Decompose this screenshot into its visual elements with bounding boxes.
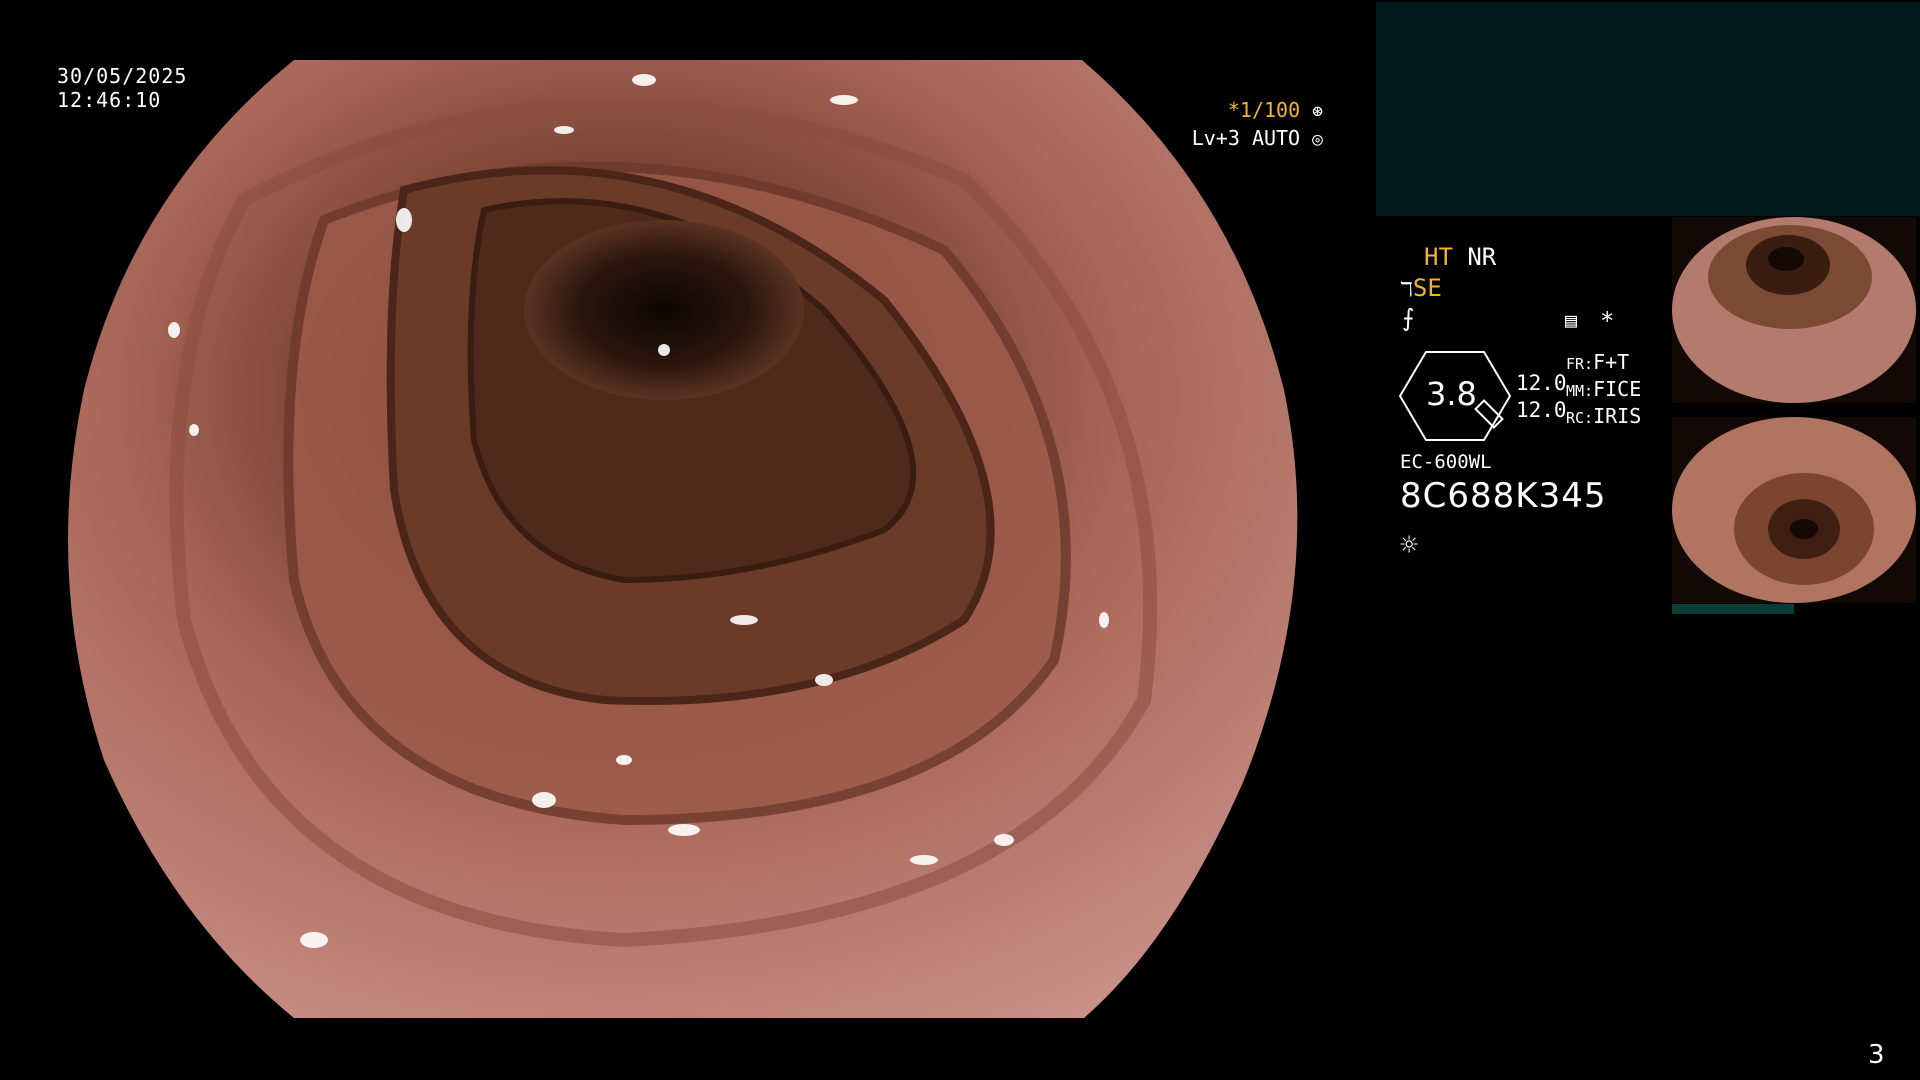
mode-list: FR:F+T MM:FICE RC:IRIS — [1566, 350, 1641, 431]
zoom-value: 3.8 — [1426, 375, 1477, 413]
ht-label: HT — [1424, 243, 1453, 271]
settings-block: HT NR — [1424, 242, 1496, 272]
iris-icon: ◎ — [1312, 129, 1323, 150]
sun-icon: ☼ — [1400, 528, 1419, 563]
fr-label: FR: — [1566, 355, 1594, 373]
aperture-icon: ⊛ — [1312, 101, 1323, 122]
structure-enhance-icon: ℸ — [1400, 277, 1413, 301]
top-right-panel — [1376, 2, 1920, 216]
scope-model: EC-600WL — [1400, 451, 1492, 473]
mode-text: AUTO — [1251, 126, 1301, 150]
thumbnail-1[interactable] — [1672, 217, 1916, 403]
numeric-values: 12.0 12.0 — [1516, 370, 1567, 424]
se-label: SE — [1412, 274, 1442, 302]
fr-value: F+T — [1593, 350, 1630, 374]
value-top: 12.0 — [1516, 371, 1567, 395]
endoscope-main-view — [68, 60, 1298, 1018]
level-text: Lv+3 — [1191, 126, 1240, 150]
mm-value: FICE — [1593, 377, 1642, 401]
page-number: 3 — [1868, 1040, 1885, 1070]
shutter-readout: *1/100 ⊛ Lv+3 AUTO ◎ — [1180, 97, 1323, 153]
memory-card-icon: ▤ — [1565, 308, 1578, 332]
thumbnail-2[interactable] — [1672, 417, 1916, 603]
date-time: 30/05/2025 12:46:10 — [57, 64, 187, 112]
thumbnail-bar — [1672, 604, 1794, 614]
time-text: 12:46:10 — [57, 88, 162, 112]
value-bottom: 12.0 — [1516, 398, 1567, 422]
rc-value: IRIS — [1593, 404, 1642, 428]
scope-serial: 8C688K345 — [1400, 476, 1607, 516]
thumbnail-2-image — [1672, 417, 1916, 603]
mm-label: MM: — [1566, 382, 1594, 400]
nr-label: NR — [1467, 243, 1497, 271]
shutter-speed: *1/100 — [1227, 98, 1301, 122]
rc-label: RC: — [1566, 409, 1594, 427]
se-row: ℸSE — [1400, 273, 1442, 304]
asterisk-mark: * — [1600, 307, 1615, 335]
thumbnail-1-image — [1672, 217, 1916, 403]
date-text: 30/05/2025 — [57, 64, 188, 88]
color-enhance-icon: ⨍ — [1402, 304, 1415, 332]
